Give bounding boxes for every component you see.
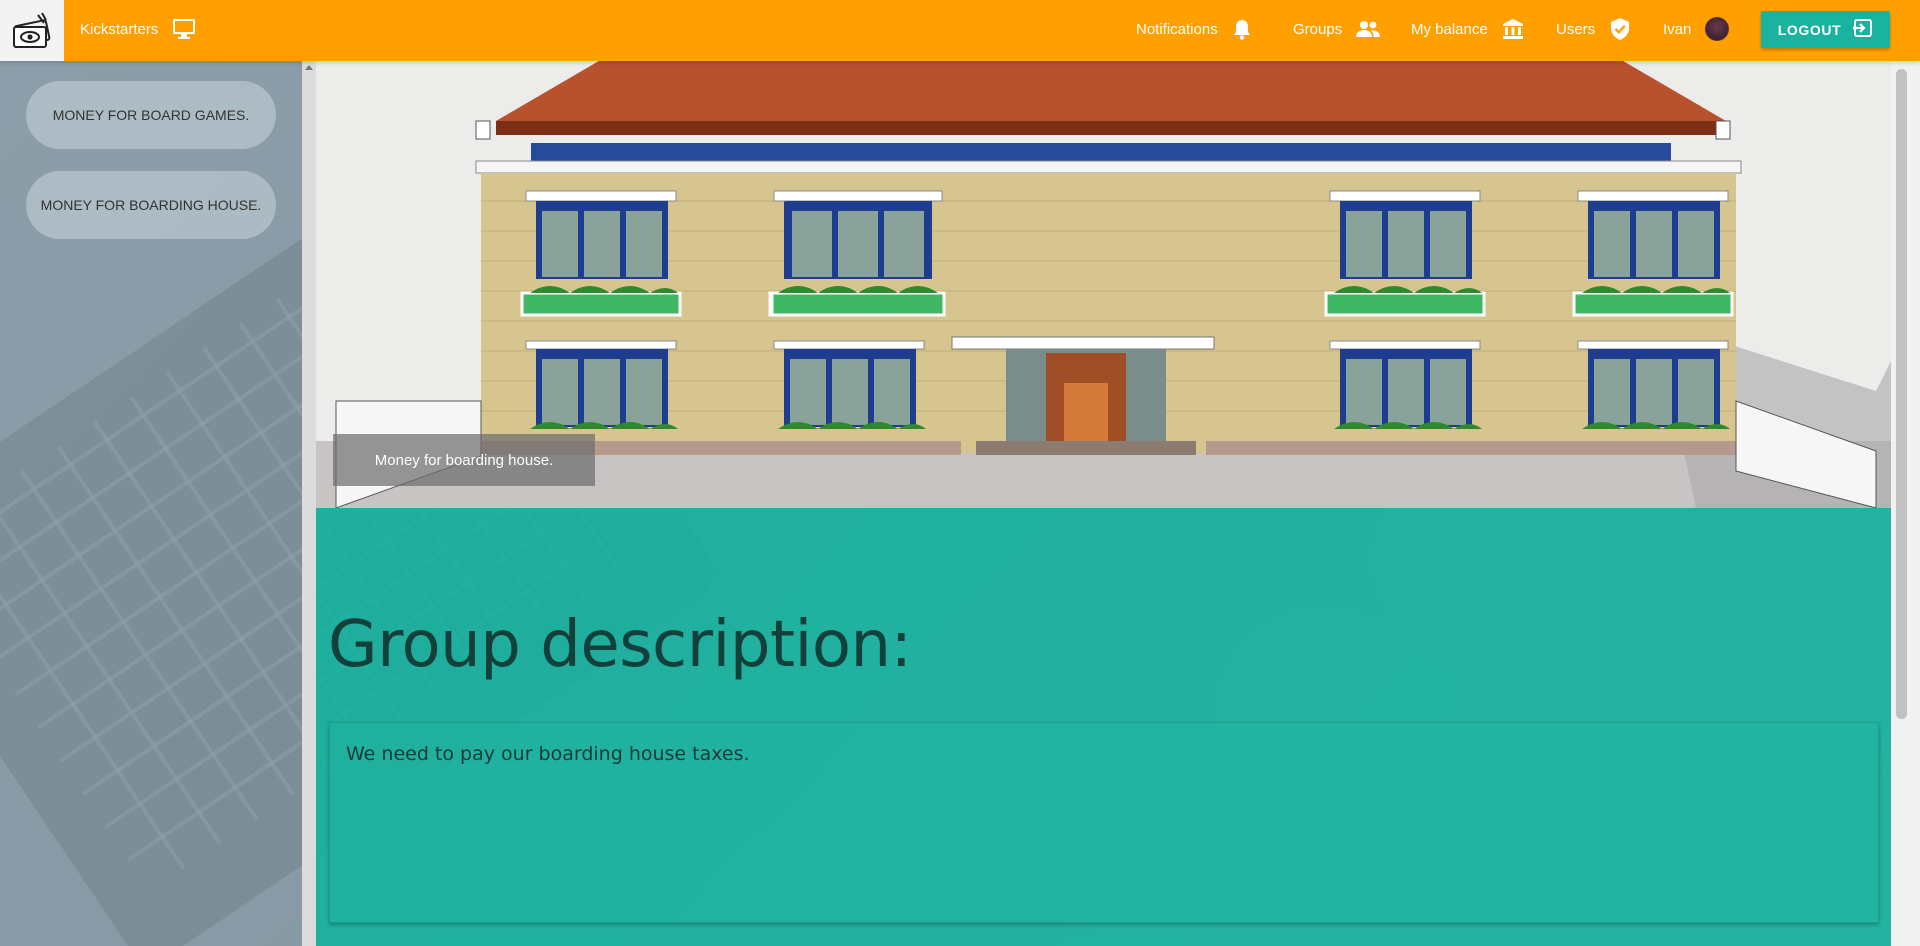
group-description-panel: Group description: We need to pay our bo… [316,508,1891,946]
bank-icon [1502,18,1524,40]
nav-kickstarters-label: Kickstarters [80,20,159,38]
nav-groups-label: Groups [1293,20,1343,38]
logout-label: LOGOUT [1777,21,1842,38]
sidebar-item-boarding-house[interactable]: Money for boarding house. [26,171,276,239]
main-content: Money for boarding house. Group descript… [316,61,1891,946]
user-menu[interactable]: Ivan [1663,0,1730,58]
description-card: We need to pay our boarding house taxes. [329,722,1879,923]
sidebar-item-label: Money for boarding house. [40,197,262,213]
logout-icon [1853,18,1873,41]
page-scrollbar[interactable] [1891,61,1920,946]
app-logo[interactable] [0,0,64,61]
nav-kickstarters[interactable]: Kickstarters [80,0,196,58]
user-name: Ivan [1663,20,1692,38]
page-title: Group description: [328,608,912,682]
top-navigation-bar: Kickstarters Notifications Groups My bal… [0,0,1920,61]
logout-button[interactable]: LOGOUT [1761,11,1890,48]
money-eye-logo-icon [13,12,51,48]
people-icon [1356,20,1381,38]
image-caption: Money for boarding house. [333,434,595,486]
avatar [1705,17,1730,41]
nav-my-balance-label: My balance [1411,20,1488,38]
content-scrollbar[interactable] [302,61,316,946]
sidebar: Money for board games. Money for boardin… [0,61,302,946]
description-text: We need to pay our boarding house taxes. [346,743,750,765]
verified-shield-icon [1609,17,1631,41]
image-caption-text: Money for boarding house. [374,451,554,469]
scrollbar-thumb[interactable] [1896,69,1907,719]
sidebar-item-board-games[interactable]: Money for board games. [26,81,276,149]
nav-notifications[interactable]: Notifications [1136,0,1252,58]
nav-my-balance[interactable]: My balance [1411,0,1524,58]
sidebar-item-label: Money for board games. [52,107,250,123]
nav-groups[interactable]: Groups [1293,0,1381,58]
desktop-icon [172,18,196,40]
group-hero-image: Money for boarding house. [316,61,1891,508]
nav-users-label: Users [1556,20,1596,38]
nav-users[interactable]: Users [1556,0,1631,58]
scroll-up-arrow-icon[interactable] [305,65,313,70]
bell-icon [1232,18,1252,40]
nav-notifications-label: Notifications [1136,20,1218,38]
